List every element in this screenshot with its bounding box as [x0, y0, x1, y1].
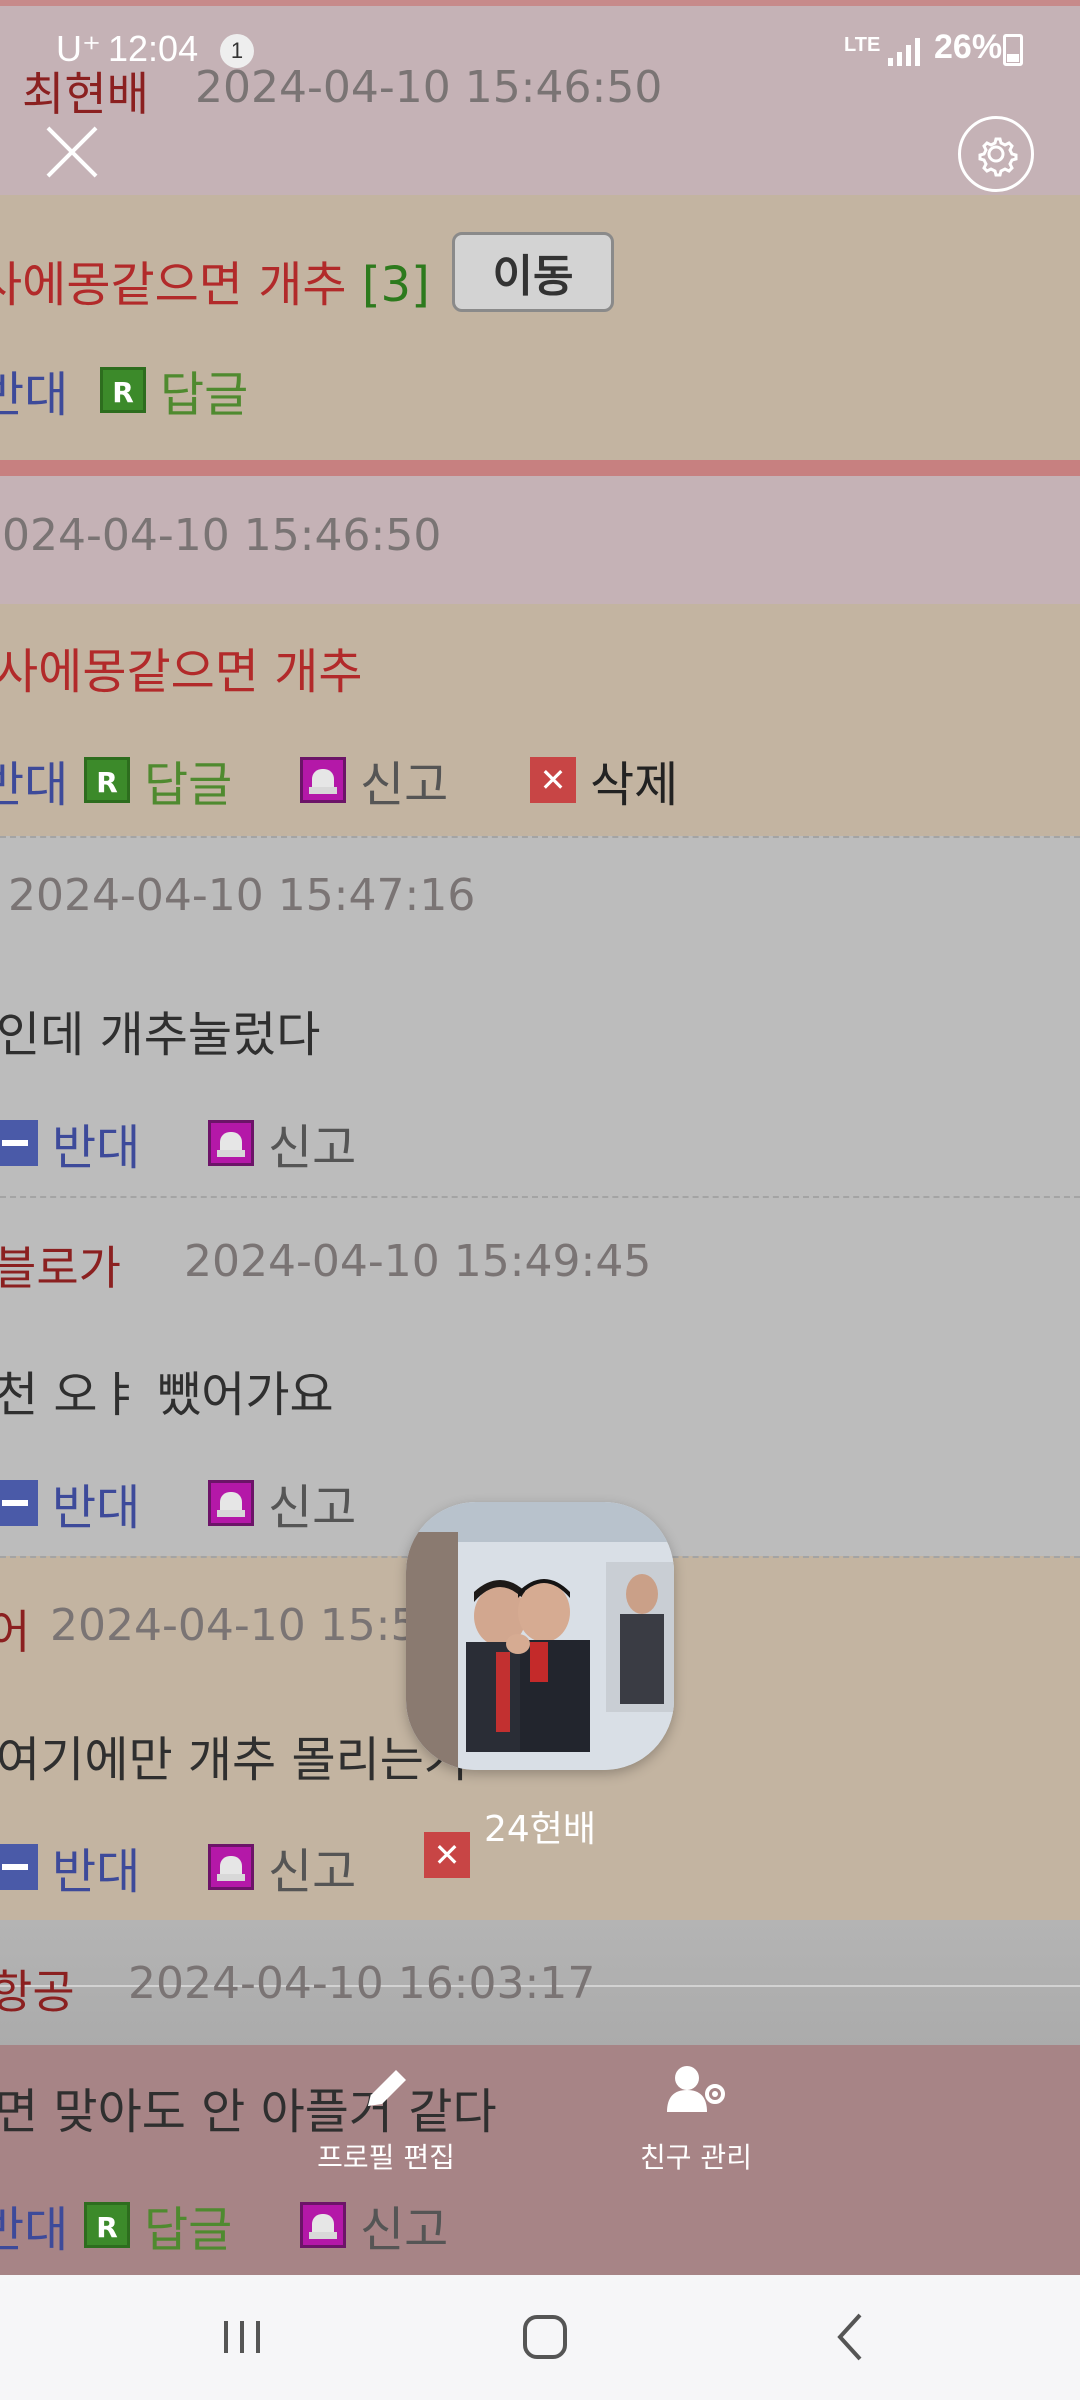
- comment-count: [3]: [361, 257, 430, 313]
- carrier-label: U⁺: [56, 28, 101, 69]
- comment-date: 2024-04-10 15:46:50: [0, 510, 442, 561]
- reply-icon: R: [84, 2202, 130, 2248]
- recent-apps-icon: [224, 2321, 260, 2353]
- close-icon[interactable]: [44, 124, 100, 180]
- clock: 12:04: [108, 28, 199, 69]
- settings-gear-icon[interactable]: [958, 116, 1034, 192]
- oppose-button[interactable]: 반대: [0, 1468, 140, 1538]
- comment-date: 2024-04-10 16:03:17: [128, 1958, 596, 2009]
- comment-title[interactable]: 사에몽같으면 개추 [3]: [0, 245, 430, 315]
- siren-icon: [208, 1844, 254, 1890]
- oppose-button[interactable]: 반대: [0, 1108, 140, 1178]
- reply-icon: R: [100, 367, 146, 413]
- oppose-button[interactable]: 반대: [0, 355, 68, 425]
- reply-button[interactable]: R 답글: [100, 355, 248, 425]
- comment-text: 여기에만 개추 몰리는거: [0, 1732, 469, 1788]
- report-button[interactable]: 신고: [208, 1468, 356, 1538]
- system-nav-bar: [0, 2275, 1080, 2400]
- delete-button[interactable]: ✕ 삭제: [530, 745, 678, 815]
- network-type: LTE: [844, 34, 881, 56]
- siren-icon: [208, 1480, 254, 1526]
- oppose-button[interactable]: 반대: [0, 745, 68, 815]
- dashed-divider: [0, 1196, 1080, 1198]
- siren-icon: [208, 1120, 254, 1166]
- edit-profile-label: 프로필 편집: [317, 2141, 455, 2174]
- minus-icon: [0, 1120, 38, 1166]
- report-button[interactable]: 신고: [208, 1832, 356, 1902]
- comment-date: 2024-04-10 15:47:16: [8, 870, 476, 921]
- profile-avatar[interactable]: [406, 1502, 674, 1770]
- signal-icon: [888, 36, 922, 66]
- back-icon: [837, 2313, 862, 2361]
- friend-manage-button[interactable]: 친구 관리: [586, 2060, 806, 2176]
- comment-date: 2024-04-10 15:49:45: [184, 1236, 652, 1287]
- home-button[interactable]: [495, 2301, 595, 2373]
- comment-date: 2024-04-10 15:50: [50, 1600, 447, 1651]
- minus-icon: [0, 1480, 38, 1526]
- comment-text: 인데 개추눌렀다: [0, 1007, 321, 1063]
- pencil-icon: [368, 2070, 406, 2106]
- friend-settings-icon: [667, 2066, 725, 2112]
- edit-profile-button[interactable]: 프로필 편집: [276, 2060, 496, 2176]
- recent-apps-button[interactable]: [192, 2301, 292, 2373]
- divider: [0, 460, 1080, 476]
- comment-page: 최현배 2024-04-10 15:46:50 사에몽같으면 개추 [3] 이동…: [0, 0, 1080, 2275]
- comment-nickname[interactable]: 항공: [0, 1956, 75, 2022]
- oppose-button[interactable]: 반대: [0, 2190, 68, 2260]
- oppose-button[interactable]: 반대: [0, 1832, 140, 1902]
- battery-icon: [1003, 34, 1023, 66]
- comment-text: 천 오ㅑ 뺐어가요: [0, 1367, 334, 1423]
- siren-icon: [300, 757, 346, 803]
- report-button[interactable]: 신고: [300, 745, 448, 815]
- comment-nickname[interactable]: 블로가: [0, 1232, 121, 1298]
- dashed-divider: [0, 836, 1080, 838]
- back-button[interactable]: [800, 2301, 900, 2373]
- status-bar: U⁺ 12:04 1 LTE 26%: [0, 0, 1080, 100]
- battery-level: 26%: [934, 28, 1003, 66]
- notification-badge: 1: [220, 34, 254, 68]
- profile-name: 24현배: [483, 1809, 597, 1850]
- friend-manage-label: 친구 관리: [640, 2141, 752, 2174]
- home-icon: [523, 2315, 567, 2359]
- comment-nickname[interactable]: 어: [0, 1596, 30, 1662]
- reply-icon: R: [84, 757, 130, 803]
- report-button[interactable]: 신고: [208, 1108, 356, 1178]
- reply-button[interactable]: R 답글: [84, 745, 232, 815]
- siren-icon: [300, 2202, 346, 2248]
- delete-icon: ✕: [530, 757, 576, 803]
- comment-title[interactable]: 사에몽같으면 개추: [0, 632, 363, 702]
- reply-button[interactable]: R 답글: [84, 2190, 232, 2260]
- move-button[interactable]: 이동: [452, 232, 614, 312]
- minus-icon: [0, 1844, 38, 1890]
- report-button[interactable]: 신고: [300, 2190, 448, 2260]
